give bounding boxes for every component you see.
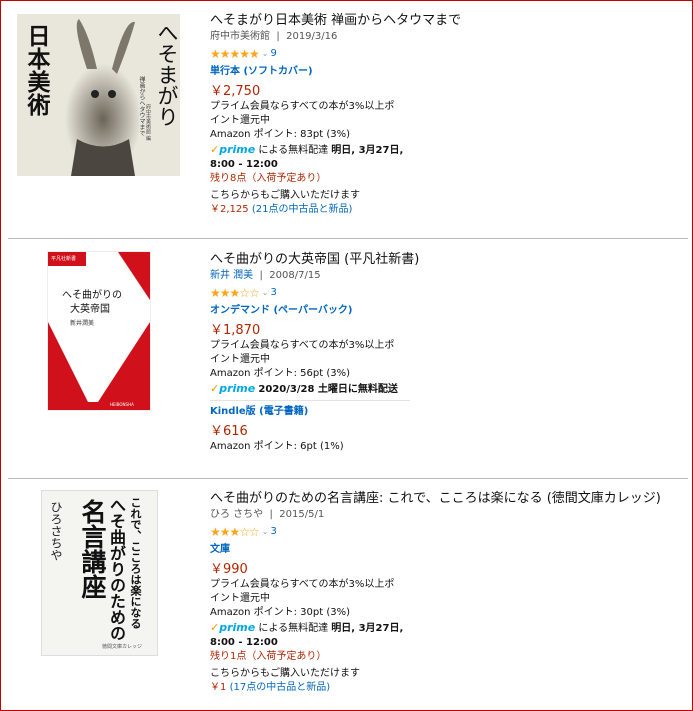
points-note-2: イント還元中 — [210, 354, 270, 365]
price[interactable]: ￥2,750 — [210, 83, 680, 100]
format-link[interactable]: 単行本 (ソフトカバー) — [210, 65, 680, 79]
result-title-link[interactable]: へそ曲がりのための名言講座: これで、こころは楽になる (徳間文庫カレッジ) — [210, 490, 680, 507]
result-meta: 府中市美術館 | 2019/3/16 — [210, 30, 680, 44]
points-note-1: プライム会員ならすべての本が3%以上ポ — [210, 101, 395, 112]
meta-divider: | — [266, 509, 280, 520]
used-price[interactable]: ￥1 — [210, 682, 226, 693]
star-icon: ★★★☆☆ — [210, 525, 260, 539]
publish-date: 2015/5/1 — [279, 509, 325, 520]
cover-series: 平凡社新書 — [51, 256, 77, 262]
author[interactable]: ひろ さちや — [210, 509, 263, 520]
cover-author: 新井潤美 — [70, 320, 95, 327]
delivery-date: 明日, 3月27日, — [331, 623, 404, 634]
stock-status: 残り1点（入荷予定あり） — [210, 651, 327, 662]
prime-badge: prime — [219, 382, 256, 395]
result-info-3: へそ曲がりのための名言講座: これで、こころは楽になる (徳間文庫カレッジ) ひ… — [210, 490, 680, 695]
review-count[interactable]: 3 — [271, 525, 277, 539]
amazon-points: Amazon ポイント: 30pt (3%) — [210, 607, 350, 618]
prime-badge: prime — [219, 621, 256, 634]
publish-date: 2008/7/15 — [269, 270, 321, 281]
meta-divider: | — [256, 270, 270, 281]
stock-status: 残り8点（入荷予定あり） — [210, 173, 327, 184]
cover-title-line1: へそ曲がりの — [62, 290, 122, 301]
cover-title-main: へそまがり — [155, 22, 179, 127]
points-note-1: プライム会員ならすべての本が3%以上ポ — [210, 340, 395, 351]
other-buy-label: こちらからもご購入いただけます — [210, 668, 360, 679]
book-cover-1[interactable]: へそまがり 日本美術 禅画からヘタウマまで 府中市美術館 編 — [17, 14, 180, 176]
cover-footer: 徳間文庫カレッジ — [102, 644, 143, 650]
cover-footer: HEIBONSHA — [110, 402, 134, 407]
result-separator — [8, 478, 688, 479]
book-cover-2[interactable]: 平凡社新書 へそ曲がりの 大英帝国 新井潤美 HEIBONSHA — [47, 251, 151, 411]
cover-col4: ひろさちや — [49, 501, 63, 561]
result-meta: 新井 潤美 | 2008/7/15 — [210, 269, 680, 283]
points-note-2: イント還元中 — [210, 593, 270, 604]
star-rating[interactable]: ★★★☆☆ ⌄ 3 — [210, 525, 680, 539]
prime-badge: prime — [219, 143, 256, 156]
points-note-2: イント還元中 — [210, 115, 270, 126]
delivery-text: による無料配達 — [258, 623, 329, 634]
result-separator — [8, 238, 688, 239]
delivery-time: 8:00 - 12:00 — [210, 159, 278, 170]
star-rating[interactable]: ★★★★★ ⌄ 9 — [210, 47, 680, 61]
cover-title-sub: 日本美術 — [23, 24, 50, 116]
price[interactable]: ￥1,870 — [210, 322, 680, 339]
delivery-time: 8:00 - 12:00 — [210, 637, 278, 648]
result-info-1: へそまがり日本美術 禅画からヘタウマまで 府中市美術館 | 2019/3/16 … — [210, 12, 680, 217]
prime-check-icon: ✓ — [210, 382, 220, 395]
used-offers-count[interactable]: (17点の中古品と新品) — [230, 682, 331, 693]
delivery-text: による無料配達 — [258, 145, 329, 156]
chevron-down-icon[interactable]: ⌄ — [262, 525, 269, 539]
chevron-down-icon[interactable]: ⌄ — [262, 286, 269, 300]
amazon-points: Amazon ポイント: 56pt (3%) — [210, 368, 350, 379]
other-buy-label: こちらからもご購入いただけます — [210, 190, 360, 201]
cover-col3: 名言講座 — [78, 499, 107, 599]
review-count[interactable]: 3 — [271, 286, 277, 300]
used-offers-count[interactable]: (21点の中古品と新品) — [252, 204, 353, 215]
format-link-kindle[interactable]: Kindle版 (電子書籍) — [210, 405, 680, 419]
delivery-date: 明日, 3月27日, — [331, 145, 404, 156]
author[interactable]: 府中市美術館 — [210, 31, 270, 42]
used-offers-link[interactable]: ￥2,125 (21点の中古品と新品) — [210, 203, 680, 217]
star-rating[interactable]: ★★★☆☆ ⌄ 3 — [210, 286, 680, 300]
points-note-1: プライム会員ならすべての本が3%以上ポ — [210, 579, 395, 590]
prime-check-icon: ✓ — [210, 143, 220, 156]
used-price[interactable]: ￥2,125 — [210, 204, 249, 215]
book-cover-3[interactable]: これで、こころは楽になる へそ曲がりのための 名言講座 ひろさちや 徳間文庫カレ… — [41, 490, 158, 656]
prime-check-icon: ✓ — [210, 621, 220, 634]
meta-divider: | — [273, 31, 287, 42]
delivery-line: ✓prime による無料配達 明日, 3月27日, — [210, 143, 680, 158]
delivery-line: ✓prime による無料配達 明日, 3月27日, — [210, 621, 680, 636]
cover-publisher: 府中市美術館 編 — [145, 104, 151, 141]
author[interactable]: 新井 潤美 — [210, 270, 253, 281]
star-icon: ★★★☆☆ — [210, 286, 260, 300]
star-icon: ★★★★★ — [210, 47, 260, 61]
review-count[interactable]: 9 — [271, 47, 277, 61]
format-divider — [210, 400, 410, 401]
result-meta: ひろ さちや | 2015/5/1 — [210, 508, 680, 522]
cover-title-line2: 大英帝国 — [70, 304, 110, 315]
delivery-line: ✓prime 2020/3/28 土曜日に無料配送 — [210, 382, 680, 397]
price[interactable]: ￥990 — [210, 561, 680, 578]
price-kindle[interactable]: ￥616 — [210, 423, 680, 440]
amazon-points: Amazon ポイント: 83pt (3%) — [210, 129, 350, 140]
cover-col1: これで、こころは楽になる — [129, 497, 142, 629]
publish-date: 2019/3/16 — [286, 31, 338, 42]
format-link[interactable]: オンデマンド (ペーパーバック) — [210, 304, 680, 318]
cover-graphic-shapes — [48, 252, 150, 410]
result-title-link[interactable]: へそまがり日本美術 禅画からヘタウマまで — [210, 12, 680, 29]
result-title-link[interactable]: へそ曲がりの大英帝国 (平凡社新書) — [210, 251, 680, 268]
amazon-points-kindle: Amazon ポイント: 6pt (1%) — [210, 441, 344, 452]
used-offers-link[interactable]: ￥1 (17点の中古品と新品) — [210, 681, 680, 695]
chevron-down-icon[interactable]: ⌄ — [262, 47, 269, 61]
delivery-date: 2020/3/28 土曜日に無料配送 — [258, 384, 398, 395]
result-info-2: へそ曲がりの大英帝国 (平凡社新書) 新井 潤美 | 2008/7/15 ★★★… — [210, 251, 680, 454]
format-link[interactable]: 文庫 — [210, 543, 680, 557]
